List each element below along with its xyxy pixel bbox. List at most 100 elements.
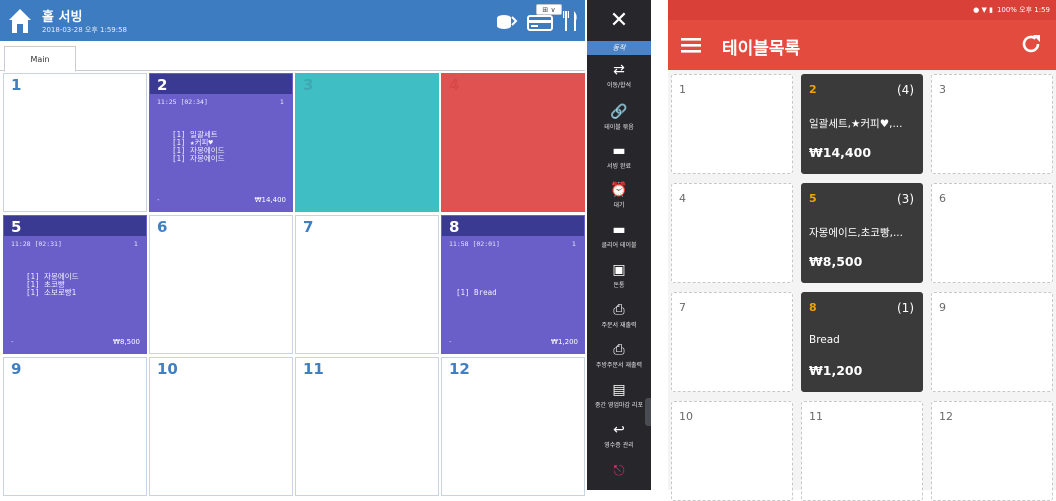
table-cell-11[interactable]: 11 — [295, 357, 439, 496]
order-total: ₩1,200 — [551, 338, 578, 346]
status-bar: ● ▼ ▮ 100% 오후 1:59 — [668, 0, 1056, 20]
mobile-table-10[interactable]: 10 — [671, 401, 793, 501]
table-number: 5 — [809, 192, 817, 205]
item-count: (4) — [897, 83, 914, 97]
order-total: ₩8,500 — [809, 254, 863, 269]
mobile-table-grid: 1 2 (4) 일괄세트,★커피♥,... ₩14,400 3 4 5 (3) … — [671, 74, 1055, 501]
cutlery-icon[interactable] — [562, 9, 580, 33]
order-total: ₩14,400 — [254, 196, 286, 204]
mobile-table-11[interactable]: 11 — [801, 401, 923, 501]
menu-icon[interactable] — [680, 34, 702, 56]
table-number: 12 — [939, 410, 953, 423]
order-items: 자몽에이드,초코빵,... — [809, 227, 903, 239]
table-cell-7[interactable]: 7 — [295, 215, 439, 354]
table-cell-1[interactable]: 1 — [3, 73, 147, 212]
status-icons: ● ▼ ▮ — [973, 6, 993, 14]
reprint-order-button[interactable]: ⎙ 주문서 재출력 — [587, 297, 651, 337]
sidebar-item-label: 돈통 — [613, 282, 625, 289]
mobile-table-4[interactable]: 4 — [671, 183, 793, 283]
table-number: 5 — [11, 218, 22, 236]
tab-bar: Main — [0, 41, 585, 72]
mobile-table-8[interactable]: 8 (1) Bread ₩1,200 — [801, 292, 923, 392]
order-items: [1] Bread — [456, 288, 497, 297]
guest-count: 1 — [279, 98, 284, 106]
mobile-table-5[interactable]: 5 (3) 자몽에이드,초코빵,... ₩8,500 — [801, 183, 923, 283]
tab-main[interactable]: Main — [4, 46, 76, 72]
table-number: 7 — [303, 218, 314, 236]
move-merge-button[interactable]: ⇄ 이동/합석 — [587, 57, 651, 97]
sidebar-item-label: 이동/합석 — [606, 82, 632, 89]
table-time: 11:58 [02:01] — [449, 240, 500, 248]
interim-close-report-button[interactable]: ▤ 중간 영업마감 리포 — [587, 377, 651, 417]
pos-header: 홀 서빙 2018-03-28 오후 1:59:58 ⊞ ∨ — [0, 0, 585, 41]
link-icon: 🔗 — [610, 103, 628, 120]
table-cell-6[interactable]: 6 — [149, 215, 293, 354]
mobile-table-12[interactable]: 12 — [931, 401, 1053, 501]
mobile-table-1[interactable]: 1 — [671, 74, 793, 174]
mobile-table-7[interactable]: 7 — [671, 292, 793, 392]
wait-button[interactable]: ⏰ 대기 — [587, 177, 651, 217]
pos-app: 홀 서빙 2018-03-28 오후 1:59:58 ⊞ ∨ Main 1 2 … — [0, 0, 651, 496]
coin-icon[interactable] — [494, 9, 518, 33]
mobile-app: ● ▼ ▮ 100% 오후 1:59 테이블목록 1 2 (4) 일괄세트,★커… — [668, 0, 1056, 501]
kitchen-printer-icon: ⎙ — [613, 341, 625, 358]
serving-icon: ▬ — [612, 142, 626, 159]
order-dash: - — [449, 338, 452, 346]
clear-table-button[interactable]: ▬ 클리어 테이블 — [587, 217, 651, 257]
table-grid: 1 2 11:25 [02:34] 1 [1] 일괄세트 [1] ★커피♥ [1… — [3, 73, 585, 496]
mobile-table-6[interactable]: 6 — [931, 183, 1053, 283]
table-cell-12[interactable]: 12 — [441, 357, 585, 496]
order-dash: - — [11, 338, 14, 346]
serving-complete-button[interactable]: ▬ 서빙 완료 — [587, 138, 651, 178]
action-sidebar: ✕ 동작 ⇄ 이동/합석 🔗 테이블 묶음 ▬ 서빙 완료 ⏰ 대기 ▬ 클리어… — [587, 0, 651, 490]
close-button[interactable]: ✕ — [587, 0, 651, 41]
table-cell-8[interactable]: 8 11:58 [02:01] 1 [1] Bread - ₩1,200 — [441, 215, 585, 354]
sidebar-item-label: 주문서 재출력 — [601, 322, 637, 329]
table-cell-5[interactable]: 5 11:28 [02:31] 1 [1] 자몽에이드 [1] 초코빵 [1] … — [3, 215, 147, 354]
home-icon[interactable] — [8, 7, 32, 35]
table-number: 3 — [939, 83, 946, 96]
sidebar-drag-handle[interactable] — [645, 398, 651, 426]
alarm-clock-icon: ⏰ — [610, 181, 628, 198]
report-icon: ▤ — [612, 381, 626, 398]
table-cell-4[interactable]: 4 — [441, 73, 585, 212]
exit-button[interactable]: ⎋ — [587, 458, 651, 498]
table-number: 11 — [303, 360, 324, 378]
datetime: 2018-03-28 오후 1:59:58 — [42, 26, 127, 34]
sidebar-item-label: 주방주문서 재출력 — [595, 362, 643, 369]
table-cell-9[interactable]: 9 — [3, 357, 147, 496]
item-count: (3) — [897, 192, 914, 206]
order-items: 일괄세트,★커피♥,... — [809, 118, 903, 130]
table-number: 3 — [303, 76, 314, 94]
reprint-kitchen-order-button[interactable]: ⎙ 주방주문서 재출력 — [587, 337, 651, 377]
return-arrow-icon: ↩ — [613, 421, 625, 438]
mobile-table-2[interactable]: 2 (4) 일괄세트,★커피♥,... ₩14,400 — [801, 74, 923, 174]
table-number: 9 — [11, 360, 22, 378]
mobile-table-3[interactable]: 3 — [931, 74, 1053, 174]
guest-count: 1 — [571, 240, 576, 248]
order-items: [1] 일괄세트 [1] ★커피♥ [1] 자몽에이드 [1] 자몽에이드 — [172, 130, 225, 163]
table-number: 2 — [157, 76, 168, 94]
table-number: 10 — [157, 360, 178, 378]
table-header: 8 — [442, 216, 584, 236]
printer-icon: ⎙ — [613, 301, 625, 318]
mobile-table-9[interactable]: 9 — [931, 292, 1053, 392]
sidebar-item-label: 서빙 완료 — [607, 163, 631, 170]
order-items: Bread — [809, 334, 840, 346]
receipt-management-button[interactable]: ↩ 영수증 관리 — [587, 417, 651, 457]
sidebar-section-title: 동작 — [587, 41, 651, 55]
table-number: 4 — [679, 192, 686, 205]
table-cell-3[interactable]: 3 — [295, 73, 439, 212]
table-number: 6 — [939, 192, 946, 205]
table-number: 10 — [679, 410, 693, 423]
table-cell-10[interactable]: 10 — [149, 357, 293, 496]
page-title: 테이블목록 — [722, 39, 801, 59]
sidebar-item-label: 영수증 관리 — [604, 442, 634, 449]
cash-drawer-button[interactable]: ▣ 돈통 — [587, 257, 651, 297]
table-header: 2 — [150, 74, 292, 94]
card-icon[interactable] — [526, 9, 554, 33]
refresh-icon[interactable] — [1018, 31, 1044, 57]
table-header: 5 — [4, 216, 146, 236]
table-cell-2[interactable]: 2 11:25 [02:34] 1 [1] 일괄세트 [1] ★커피♥ [1] … — [149, 73, 293, 212]
group-tables-button[interactable]: 🔗 테이블 묶음 — [587, 99, 651, 139]
